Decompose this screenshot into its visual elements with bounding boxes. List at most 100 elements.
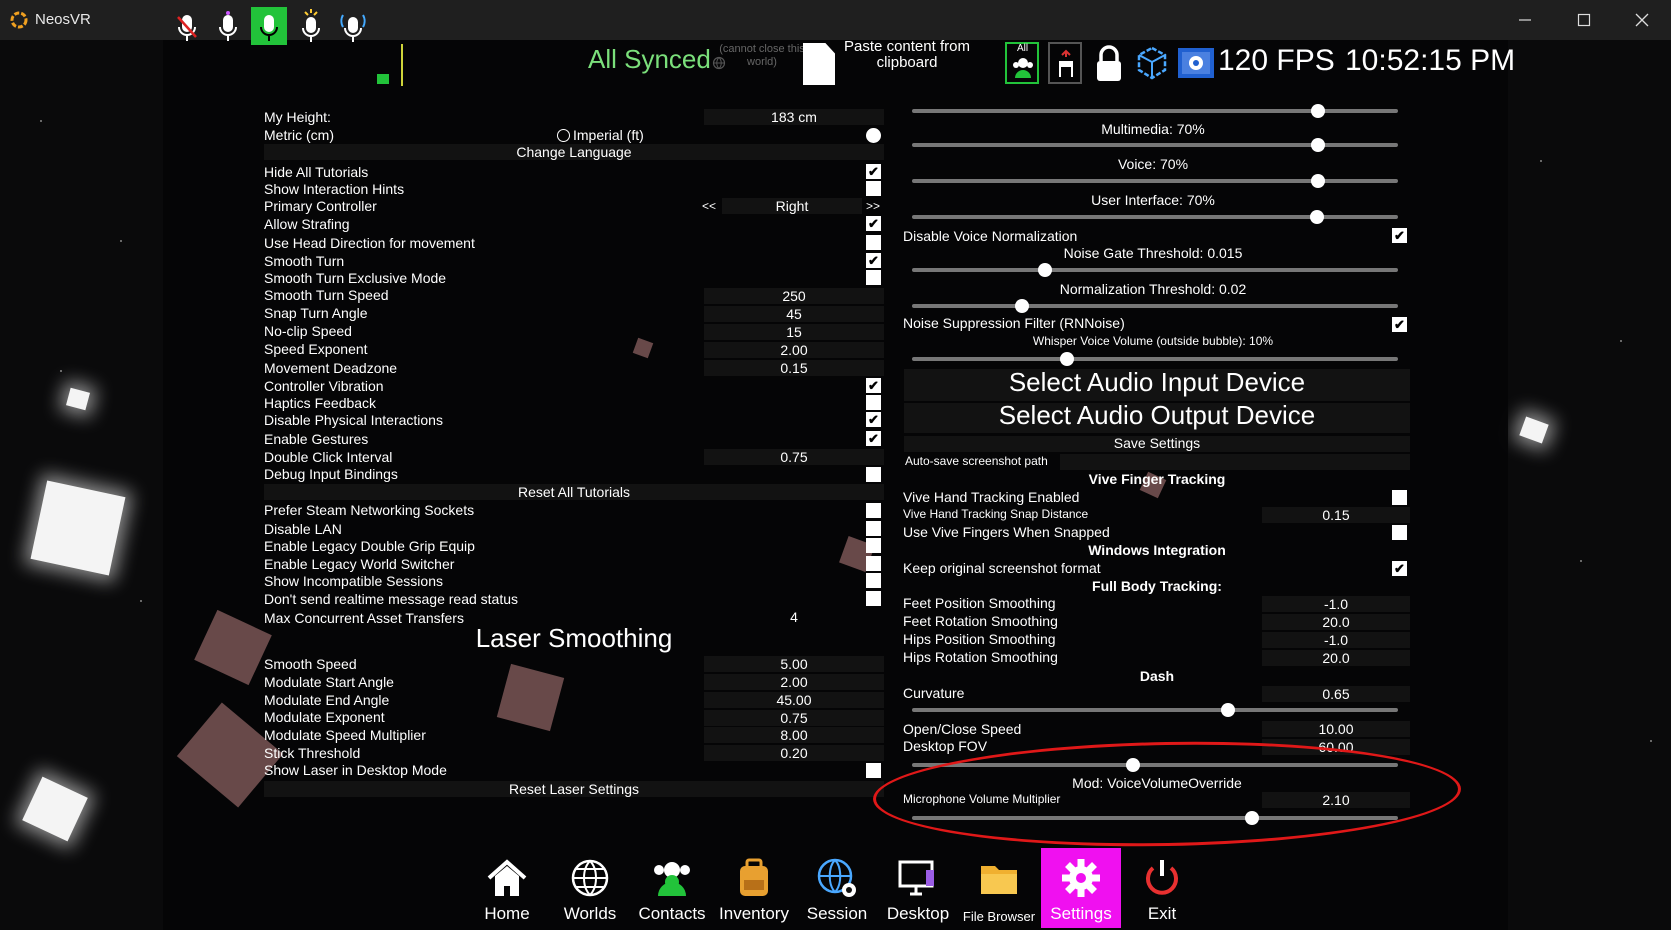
nav-file-browser[interactable]: File Browser [958, 848, 1040, 928]
nav-contacts[interactable]: Contacts [632, 848, 712, 928]
haptics-feedback-checkbox[interactable] [866, 395, 881, 410]
whisper-slider-knob[interactable] [1060, 352, 1074, 366]
show-laser-desktop-checkbox[interactable] [866, 763, 881, 778]
voice-mode-normal[interactable] [251, 7, 287, 45]
glow-cube [66, 387, 90, 411]
whisper-volume-label: Whisper Voice Volume (outside bubble): 1… [1032, 334, 1274, 348]
noise-gate-slider-track[interactable] [912, 268, 1398, 272]
noise-suppression-checkbox[interactable]: ✔ [1392, 317, 1407, 332]
windows-integration-heading: Windows Integration [1088, 542, 1226, 558]
autosave-path-field[interactable] [1060, 454, 1410, 470]
controller-prev-button[interactable]: << [702, 199, 716, 213]
head-direction-checkbox[interactable] [866, 235, 881, 250]
screenshot-icon[interactable] [1176, 44, 1216, 82]
keep-screenshot-checkbox[interactable]: ✔ [1392, 561, 1407, 576]
haptics-feedback-label: Haptics Feedback [264, 395, 377, 411]
movement-deadzone-field[interactable]: 0.15 [704, 360, 884, 376]
vive-hand-enabled-checkbox[interactable] [1392, 490, 1407, 505]
nav-session[interactable]: Session [797, 848, 877, 928]
contacts-icon [654, 862, 690, 896]
primary-controller-label: Primary Controller [264, 198, 377, 214]
show-incompatible-checkbox[interactable] [866, 573, 881, 588]
nav-inventory[interactable]: Inventory [713, 848, 795, 928]
user-list-button[interactable]: All [1005, 42, 1039, 84]
volume-slider-knob[interactable] [1311, 104, 1325, 118]
speed-exponent-field[interactable]: 2.00 [704, 342, 884, 358]
feet-pos-field[interactable]: -1.0 [1262, 596, 1410, 612]
desktop-fov-label: Desktop FOV [903, 738, 988, 754]
mod-exponent-field[interactable]: 0.75 [704, 710, 884, 726]
paste-clipboard-button[interactable]: Paste content from clipboard [842, 39, 972, 71]
use-vive-fingers-checkbox[interactable] [1392, 525, 1407, 540]
voice-mode-shout[interactable] [293, 7, 329, 45]
legacy-double-grip-checkbox[interactable] [866, 538, 881, 553]
enable-gestures-checkbox[interactable]: ✔ [866, 431, 881, 446]
ui-slider-knob[interactable] [1310, 210, 1324, 224]
stick-threshold-field[interactable]: 0.20 [704, 745, 884, 761]
allow-strafing-checkbox[interactable]: ✔ [866, 216, 881, 231]
curvature-slider-track[interactable] [912, 708, 1398, 712]
hips-pos-label: Hips Position Smoothing [903, 631, 1056, 647]
controller-next-button[interactable]: >> [866, 199, 880, 213]
cube-icon[interactable] [1135, 44, 1169, 84]
hips-rot-field[interactable]: 20.0 [1262, 650, 1410, 666]
metric-radio[interactable] [866, 128, 881, 143]
select-output-device-label: Select Audio Output Device [998, 400, 1316, 430]
smooth-speed-field[interactable]: 5.00 [704, 656, 884, 672]
hips-pos-field[interactable]: -1.0 [1262, 632, 1410, 648]
normalization-slider-knob[interactable] [1015, 299, 1029, 313]
nav-exit[interactable]: Exit [1122, 848, 1202, 928]
normalization-slider-track[interactable] [912, 304, 1398, 308]
curvature-slider-knob[interactable] [1221, 703, 1235, 717]
enable-gestures-label: Enable Gestures [264, 431, 369, 447]
smooth-turn-exclusive-checkbox[interactable] [866, 270, 881, 285]
feet-pos-label: Feet Position Smoothing [903, 595, 1056, 611]
debug-input-checkbox[interactable] [866, 467, 881, 482]
legacy-world-switcher-checkbox[interactable] [866, 556, 881, 571]
nav-desktop[interactable]: Desktop [878, 848, 958, 928]
dont-send-read-checkbox[interactable] [866, 591, 881, 606]
smooth-turn-checkbox[interactable]: ✔ [866, 253, 881, 268]
nav-desktop-label: Desktop [886, 904, 950, 923]
multimedia-slider-track[interactable] [912, 143, 1398, 147]
hide-tutorials-checkbox[interactable]: ✔ [866, 164, 881, 179]
nav-home[interactable]: Home [467, 848, 547, 928]
prefer-steam-checkbox[interactable] [866, 503, 881, 518]
curvature-field[interactable]: 0.65 [1262, 686, 1410, 702]
voice-slider-track[interactable] [912, 179, 1398, 183]
mod-speed-mult-field[interactable]: 8.00 [704, 727, 884, 743]
multimedia-slider-knob[interactable] [1311, 138, 1325, 152]
interaction-hints-checkbox[interactable] [866, 181, 881, 196]
voice-mode-whisper[interactable] [210, 7, 246, 45]
nav-settings[interactable]: Settings [1041, 848, 1121, 928]
voice-mode-broadcast[interactable] [335, 7, 371, 45]
ui-slider-track[interactable] [912, 215, 1398, 219]
feet-rot-field[interactable]: 20.0 [1262, 614, 1410, 630]
noise-gate-slider-knob[interactable] [1038, 263, 1052, 277]
imperial-radio[interactable] [557, 129, 570, 142]
mod-end-angle-field[interactable]: 45.00 [704, 692, 884, 708]
minimize-button[interactable] [1496, 0, 1554, 40]
double-click-field[interactable]: 0.75 [704, 449, 884, 465]
respawn-button[interactable] [1048, 42, 1082, 84]
maximize-button[interactable] [1555, 0, 1613, 40]
disable-lan-checkbox[interactable] [866, 521, 881, 536]
my-height-field[interactable]: 183 cm [704, 109, 884, 125]
close-window-button[interactable] [1613, 0, 1671, 40]
close-world-button[interactable]: (cannot close this world) [707, 43, 817, 69]
smooth-turn-speed-field[interactable]: 250 [704, 288, 884, 304]
noclip-speed-field[interactable]: 15 [704, 324, 884, 340]
controller-vibration-checkbox[interactable]: ✔ [866, 378, 881, 393]
voice-slider-knob[interactable] [1311, 174, 1325, 188]
lock-icon[interactable] [1092, 44, 1126, 84]
snap-turn-angle-field[interactable]: 45 [704, 306, 884, 322]
vive-snap-distance-field[interactable]: 0.15 [1262, 507, 1410, 523]
volume-slider-track[interactable] [912, 109, 1398, 113]
mod-start-angle-field[interactable]: 2.00 [704, 674, 884, 690]
disable-voice-norm-checkbox[interactable]: ✔ [1392, 228, 1407, 243]
disable-physical-checkbox[interactable]: ✔ [866, 412, 881, 427]
open-close-field[interactable]: 10.00 [1262, 721, 1410, 737]
whisper-slider-track[interactable] [912, 357, 1398, 361]
nav-worlds[interactable]: Worlds [550, 848, 630, 928]
voice-mode-mute[interactable] [169, 7, 205, 45]
